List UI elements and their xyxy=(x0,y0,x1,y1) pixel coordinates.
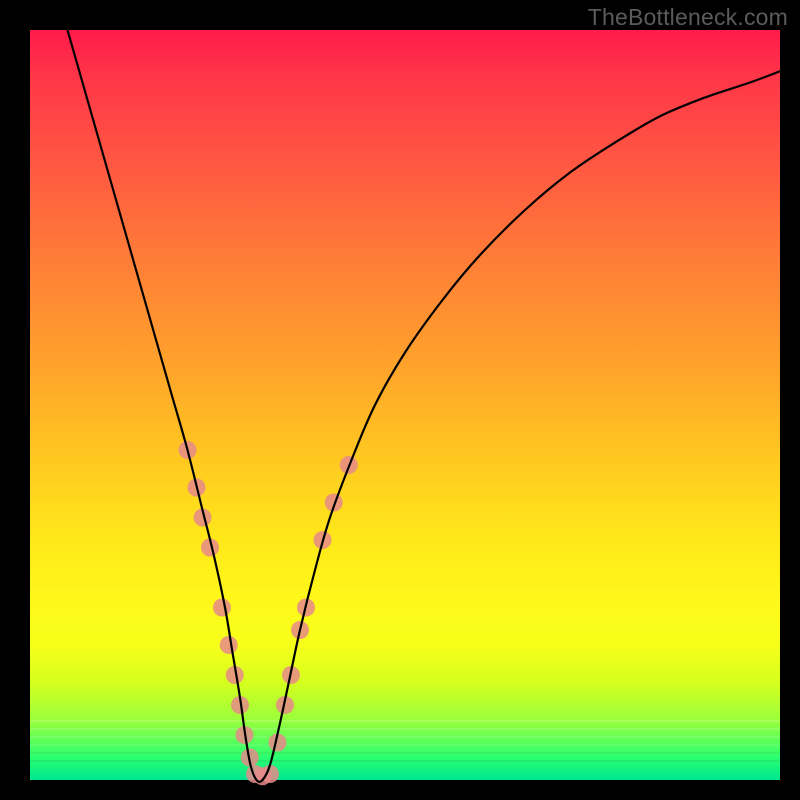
chart-stage: TheBottleneck.com xyxy=(0,0,800,800)
plot-area xyxy=(30,30,780,780)
curve-layer xyxy=(30,30,780,780)
watermark-text: TheBottleneck.com xyxy=(588,4,788,31)
marker-group xyxy=(179,441,358,785)
marker-dot xyxy=(213,599,231,617)
marker-dot xyxy=(220,636,238,654)
bottleneck-curve xyxy=(68,30,781,782)
